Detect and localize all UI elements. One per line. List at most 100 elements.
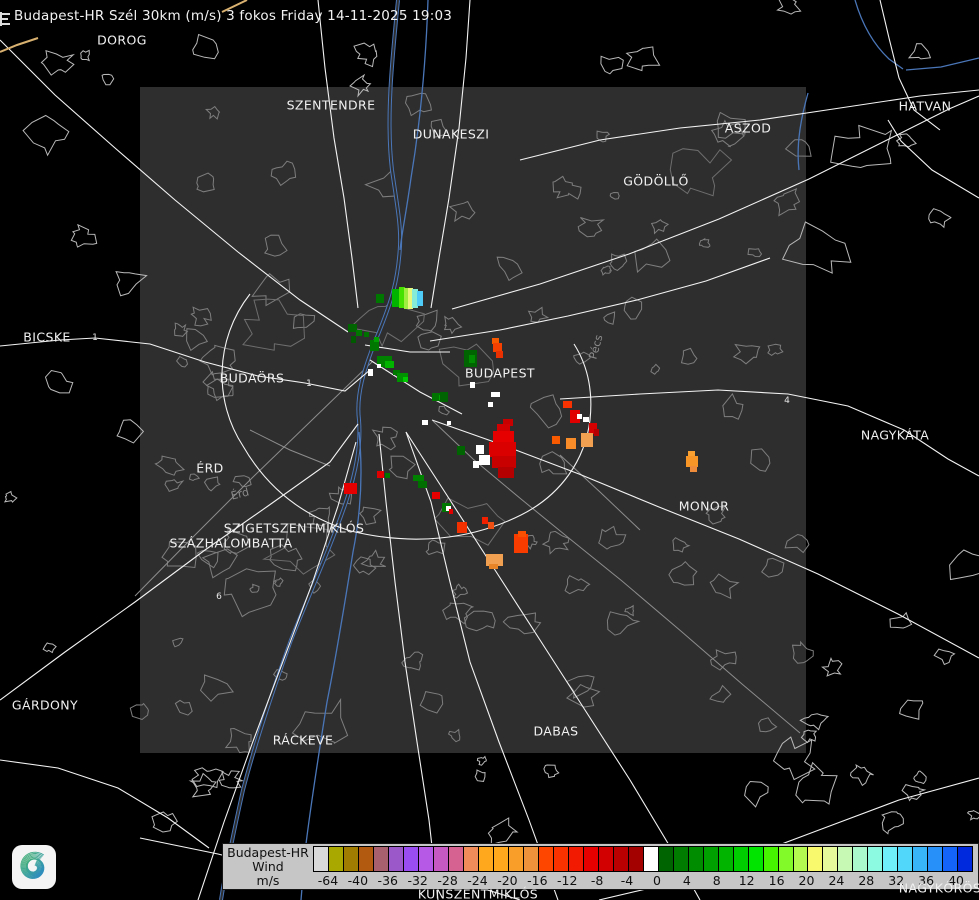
legend-color-cell xyxy=(629,847,643,871)
legend-tick-label: 28 xyxy=(858,873,874,888)
legend-color-cell xyxy=(344,847,358,871)
radar-echo xyxy=(482,517,488,524)
radar-echo xyxy=(377,471,384,478)
radar-echo xyxy=(457,446,465,455)
legend-color-cell xyxy=(823,847,837,871)
legend-color-cell xyxy=(913,847,927,871)
radar-echo xyxy=(364,332,369,337)
radar-echo xyxy=(488,522,494,529)
met-service-logo xyxy=(12,845,56,889)
legend-color-cell xyxy=(704,847,718,871)
radar-echo xyxy=(493,343,502,352)
legend-tick-label: 16 xyxy=(769,873,785,888)
radar-echo xyxy=(491,392,500,397)
radar-echo xyxy=(368,369,373,376)
radar-echo xyxy=(470,382,475,388)
legend-tick-label: 20 xyxy=(799,873,815,888)
legend-tick-label: -64 xyxy=(318,873,338,888)
legend-color-cell xyxy=(868,847,882,871)
radar-echo xyxy=(344,483,357,494)
legend-color-cell xyxy=(674,847,688,871)
legend-color-cell xyxy=(689,847,703,871)
radar-echo xyxy=(583,417,589,422)
radar-echo xyxy=(457,522,467,533)
radar-echo xyxy=(498,467,514,478)
radar-title: Budapest-HR Szél 30km (m/s) 3 fokos Frid… xyxy=(14,8,452,24)
legend-unit: m/s xyxy=(223,874,313,888)
radar-echo xyxy=(492,456,516,468)
radar-echo xyxy=(496,351,503,358)
radar-echo xyxy=(374,337,379,342)
legend-color-cell xyxy=(359,847,373,871)
legend-color-cell xyxy=(524,847,538,871)
legend-product-block: Budapest-HR Wind m/s xyxy=(223,846,313,888)
legend-color-cell xyxy=(928,847,942,871)
legend-color-cell xyxy=(883,847,897,871)
radar-echo xyxy=(489,564,498,569)
legend-tick-label: -12 xyxy=(557,873,577,888)
radar-echo xyxy=(563,401,572,408)
radar-echo xyxy=(577,414,582,419)
radar-echo xyxy=(376,294,384,303)
legend-color-cell xyxy=(419,847,433,871)
legend-tick-label: -20 xyxy=(497,873,517,888)
legend-color-cell xyxy=(569,847,583,871)
legend-tick-label: -4 xyxy=(621,873,633,888)
radar-echo xyxy=(690,466,697,472)
legend-color-cell xyxy=(584,847,598,871)
legend-product-name: Budapest-HR xyxy=(223,846,313,860)
radar-echo xyxy=(488,402,493,407)
legend-colorbar xyxy=(313,846,973,872)
legend-tick-label: 8 xyxy=(713,873,721,888)
legend-color-cell xyxy=(509,847,523,871)
radar-echo xyxy=(473,461,479,468)
radar-echo xyxy=(594,429,599,436)
legend-color-cell xyxy=(853,847,867,871)
legend-color-cell xyxy=(479,847,493,871)
legend-tick-label: 4 xyxy=(683,873,691,888)
radar-echo xyxy=(356,330,362,336)
legend-color-cell xyxy=(494,847,508,871)
radar-echo xyxy=(518,531,526,537)
product-glyph-icon xyxy=(0,12,12,26)
legend-color-cell xyxy=(464,847,478,871)
legend-color-cell xyxy=(779,847,793,871)
radar-echo xyxy=(686,456,698,467)
radar-echo xyxy=(392,289,400,307)
radar-echo xyxy=(351,336,356,343)
radar-echo xyxy=(422,420,428,425)
radar-echo xyxy=(385,473,390,478)
swirl-logo-icon xyxy=(12,845,56,889)
legend-color-cell xyxy=(539,847,553,871)
legend-color-cell xyxy=(764,847,778,871)
legend-color-cell xyxy=(329,847,343,871)
legend-tick-label: -36 xyxy=(378,873,398,888)
radar-echo xyxy=(449,509,453,514)
legend-color-cell xyxy=(794,847,808,871)
legend-tick-label: -16 xyxy=(527,873,547,888)
legend-tick-label: -24 xyxy=(467,873,487,888)
radar-echo-layer xyxy=(0,0,979,900)
legend-color-cell xyxy=(374,847,388,871)
legend-tick-label: -40 xyxy=(348,873,368,888)
legend-tick-label: 12 xyxy=(739,873,755,888)
legend-color-cell xyxy=(808,847,822,871)
radar-echo xyxy=(413,475,424,481)
legend-color-cell xyxy=(644,847,658,871)
radar-screen: Budapest-HR Szél 30km (m/s) 3 fokos Frid… xyxy=(0,0,979,900)
legend-color-cell xyxy=(389,847,403,871)
legend-tick-label: 0 xyxy=(653,873,661,888)
legend-color-cell xyxy=(734,847,748,871)
legend-color-cell xyxy=(659,847,673,871)
legend-color-cell xyxy=(449,847,463,871)
legend-tick-label: -8 xyxy=(591,873,603,888)
radar-echo xyxy=(447,421,451,425)
radar-echo xyxy=(476,445,484,454)
legend-quantity: Wind xyxy=(223,860,313,874)
wind-legend: Budapest-HR Wind m/s -64-40-36-32-28-24-… xyxy=(222,843,979,890)
legend-color-cell xyxy=(838,847,852,871)
legend-tick-label: -32 xyxy=(407,873,427,888)
legend-color-cell xyxy=(614,847,628,871)
legend-tick-label: 40 xyxy=(948,873,964,888)
legend-tick-label: -28 xyxy=(437,873,457,888)
